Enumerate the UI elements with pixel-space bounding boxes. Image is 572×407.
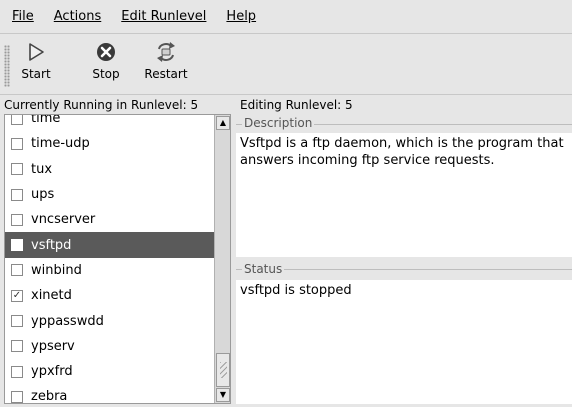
restart-icon <box>157 42 175 62</box>
status-label: Status <box>242 262 285 276</box>
service-name: ypserv <box>31 338 75 354</box>
service-name: ypxfrd <box>31 364 73 380</box>
service-row-yppasswdd[interactable]: yppasswdd <box>5 308 215 333</box>
service-name: vsftpd <box>31 237 72 253</box>
restart-label: Restart <box>144 67 188 81</box>
current-runlevel-text: Currently Running in Runlevel: 5 <box>4 98 199 112</box>
stop-label: Stop <box>92 67 120 81</box>
stop-icon <box>97 43 115 61</box>
description-text: Vsftpd is a ftp daemon, which is the pro… <box>236 133 572 257</box>
play-icon <box>29 43 44 61</box>
service-row-vncserver[interactable]: vncserver <box>5 207 215 232</box>
service-name: time-udp <box>31 136 90 152</box>
service-checkbox[interactable] <box>11 239 23 252</box>
stop-button[interactable]: Stop <box>86 39 126 93</box>
service-row-xinetd[interactable]: ✓ xinetd <box>5 283 215 308</box>
service-name: zebra <box>31 389 68 404</box>
menu-file[interactable]: File <box>2 9 44 24</box>
menu-actions[interactable]: Actions <box>44 9 112 24</box>
service-name: time <box>31 114 61 127</box>
service-row-winbind[interactable]: winbind <box>5 258 215 283</box>
menu-edit-runlevel[interactable]: Edit Runlevel <box>111 9 216 24</box>
start-button[interactable]: Start <box>16 39 56 93</box>
service-name: yppasswdd <box>31 313 104 329</box>
service-checkbox[interactable] <box>11 213 23 226</box>
service-checkbox[interactable] <box>11 390 23 403</box>
runlevel-statusline: Currently Running in Runlevel: 5 Editing… <box>0 96 572 114</box>
restart-button[interactable]: Restart <box>138 39 194 93</box>
scroll-up-arrow-icon[interactable]: ▲ <box>216 116 230 130</box>
service-checkbox[interactable]: ✓ <box>11 289 23 302</box>
service-checkbox[interactable] <box>11 315 23 328</box>
service-name: ups <box>31 187 55 203</box>
service-checkbox[interactable] <box>11 163 23 176</box>
service-checkbox[interactable] <box>11 137 23 150</box>
editing-runlevel-text: Editing Runlevel: 5 <box>240 98 353 112</box>
service-name: tux <box>31 161 53 177</box>
scroll-thumb[interactable] <box>216 353 230 387</box>
service-name: winbind <box>31 262 82 278</box>
service-row-vsftpd[interactable]: vsftpd <box>5 232 215 258</box>
menubar: File Actions Edit Runlevel Help <box>0 0 572 34</box>
service-checkbox[interactable] <box>11 115 23 125</box>
toolbar-grip-handle[interactable] <box>4 45 10 87</box>
start-label: Start <box>21 67 51 81</box>
services-scrollbar[interactable]: ▲ ▼ <box>214 115 230 403</box>
service-row-time-udp[interactable]: time-udp <box>5 131 215 156</box>
description-label: Description <box>242 116 315 130</box>
details-pane: Description Vsftpd is a ftp daemon, whic… <box>236 114 572 404</box>
service-checkbox[interactable] <box>11 365 23 378</box>
service-checkbox[interactable] <box>11 340 23 353</box>
status-text: vsftpd is stopped <box>236 280 572 404</box>
service-row-ypserv[interactable]: ypserv <box>5 334 215 359</box>
service-checkbox[interactable] <box>11 188 23 201</box>
service-row-ups[interactable]: ups <box>5 182 215 207</box>
scroll-down-arrow-icon[interactable]: ▼ <box>216 388 230 402</box>
service-row-tux[interactable]: tux <box>5 157 215 182</box>
services-list: time time-udp tux ups vncserver vsftpd winbind… <box>5 114 215 404</box>
status-frame-line <box>236 269 572 270</box>
service-row-time[interactable]: time <box>5 114 215 131</box>
service-checkbox[interactable] <box>11 264 23 277</box>
service-name: xinetd <box>31 288 72 304</box>
service-name: vncserver <box>31 212 96 228</box>
toolbar: Start Stop Restart <box>0 35 572 95</box>
service-row-ypxfrd[interactable]: ypxfrd <box>5 359 215 384</box>
menu-help[interactable]: Help <box>216 9 266 24</box>
service-row-zebra[interactable]: zebra <box>5 384 215 404</box>
services-list-pane: time time-udp tux ups vncserver vsftpd winbind… <box>4 114 231 404</box>
